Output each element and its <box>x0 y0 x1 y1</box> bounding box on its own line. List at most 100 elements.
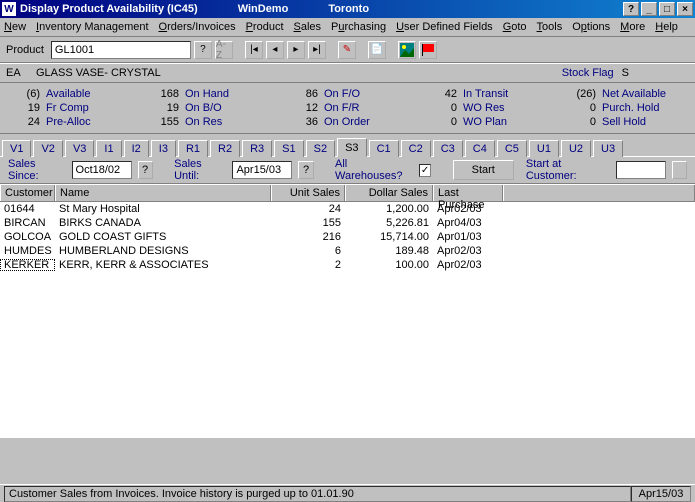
title-location: Toronto <box>328 3 369 15</box>
tab-i1[interactable]: I1 <box>96 140 121 157</box>
stock-item[interactable]: 0WO Res <box>417 101 556 115</box>
tab-i2[interactable]: I2 <box>124 140 149 157</box>
col-spacer <box>503 185 695 201</box>
az-button[interactable]: A-Z <box>215 41 233 59</box>
tab-v3[interactable]: V3 <box>65 140 94 157</box>
stock-item[interactable]: (26)Net Available <box>556 87 695 101</box>
nav-first-icon[interactable]: |◂ <box>245 41 263 59</box>
menu-help[interactable]: Help <box>655 21 678 33</box>
menu-sales[interactable]: Sales <box>294 21 322 33</box>
startcust-lookup[interactable] <box>672 161 687 179</box>
stock-item[interactable]: 19Fr Comp <box>0 101 139 115</box>
tab-r1[interactable]: R1 <box>178 140 208 157</box>
since-lookup[interactable]: ? <box>138 161 153 179</box>
grid-body[interactable]: 01644St Mary Hospital241,200.00Apr02/03B… <box>0 202 695 438</box>
uom-label: EA <box>6 67 36 79</box>
tab-c1[interactable]: C1 <box>369 140 399 157</box>
titlebar: W Display Product Availability (IC45) Wi… <box>0 0 695 18</box>
tab-u1[interactable]: U1 <box>529 140 559 157</box>
tab-i3[interactable]: I3 <box>151 140 176 157</box>
menu-goto[interactable]: Goto <box>503 21 527 33</box>
stock-item[interactable]: 155On Res <box>139 115 278 129</box>
product-input[interactable] <box>51 41 191 59</box>
col-customer[interactable]: Customer <box>0 185 55 201</box>
status-text: Customer Sales from Invoices. Invoice hi… <box>4 486 631 502</box>
menu-product[interactable]: Product <box>246 21 284 33</box>
stock-item[interactable]: 86On F/O <box>278 87 417 101</box>
help-icon[interactable]: ? <box>623 2 639 16</box>
since-input[interactable] <box>72 161 132 179</box>
nav-last-icon[interactable]: ▸| <box>308 41 326 59</box>
menu-more[interactable]: More <box>620 21 645 33</box>
menu-options[interactable]: Options <box>572 21 610 33</box>
tab-s3[interactable]: S3 <box>337 138 366 157</box>
stock-item[interactable]: 0Sell Hold <box>556 115 695 129</box>
stock-summary: (6)Available19Fr Comp24Pre-Alloc168On Ha… <box>0 83 695 134</box>
stock-item[interactable]: 19On B/O <box>139 101 278 115</box>
tab-s1[interactable]: S1 <box>274 140 303 157</box>
status-bar: Customer Sales from Invoices. Invoice hi… <box>0 484 695 502</box>
edit-icon[interactable]: ✎ <box>338 41 356 59</box>
table-row[interactable]: BIRCANBIRKS CANADA1555,226.81Apr04/03 <box>0 216 695 230</box>
stock-item[interactable]: 0WO Plan <box>417 115 556 129</box>
col-unitsales[interactable]: Unit Sales <box>271 185 345 201</box>
tab-r2[interactable]: R2 <box>210 140 240 157</box>
table-row[interactable]: 01644St Mary Hospital241,200.00Apr02/03 <box>0 202 695 216</box>
until-label: Sales Until: <box>174 158 226 182</box>
close-icon[interactable]: × <box>677 2 693 16</box>
col-dollarsales[interactable]: Dollar Sales <box>345 185 433 201</box>
menu-orders[interactable]: Orders/Invoices <box>159 21 236 33</box>
tab-u2[interactable]: U2 <box>561 140 591 157</box>
menu-inventory[interactable]: Inventory Management <box>36 21 149 33</box>
toolbar: Product ? A-Z |◂ ◂ ▸ ▸| ✎ 📄 <box>0 37 695 63</box>
menu-new[interactable]: New <box>4 21 26 33</box>
allwh-checkbox[interactable]: ✓ <box>419 164 431 177</box>
stock-item[interactable]: 0Purch. Hold <box>556 101 695 115</box>
app-icon: W <box>2 2 16 16</box>
tab-v2[interactable]: V2 <box>33 140 62 157</box>
tab-c2[interactable]: C2 <box>401 140 431 157</box>
startcust-input[interactable] <box>616 161 666 179</box>
until-input[interactable] <box>232 161 292 179</box>
minimize-icon[interactable]: _ <box>641 2 657 16</box>
document-icon[interactable]: 📄 <box>368 41 386 59</box>
col-name[interactable]: Name <box>55 185 271 201</box>
status-date: Apr15/03 <box>631 486 691 502</box>
stock-item[interactable]: 12On F/R <box>278 101 417 115</box>
tab-c3[interactable]: C3 <box>433 140 463 157</box>
menubar: New Inventory Management Orders/Invoices… <box>0 18 695 37</box>
picture-icon[interactable] <box>398 41 416 59</box>
product-desc-row: EA GLASS VASE- CRYSTAL Stock Flag S <box>0 63 695 83</box>
menu-tools[interactable]: Tools <box>537 21 563 33</box>
product-lookup-button[interactable]: ? <box>194 41 212 59</box>
menu-udf[interactable]: User Defined Fields <box>396 21 493 33</box>
table-row[interactable]: HUMDESHUMBERLAND DESIGNS6189.48Apr02/03 <box>0 244 695 258</box>
flag-icon[interactable] <box>419 41 437 59</box>
nav-next-icon[interactable]: ▸ <box>287 41 305 59</box>
grid-header: Customer Name Unit Sales Dollar Sales La… <box>0 184 695 202</box>
stock-item[interactable]: (6)Available <box>0 87 139 101</box>
tab-v1[interactable]: V1 <box>2 140 31 157</box>
stock-item[interactable]: 36On Order <box>278 115 417 129</box>
stockflag-label: Stock Flag <box>562 67 614 79</box>
table-row[interactable]: GOLCOAGOLD COAST GIFTS21615,714.00Apr01/… <box>0 230 695 244</box>
tab-bar: V1V2V3I1I2I3R1R2R3S1S2S3C1C2C3C4C5U1U2U3 <box>0 134 695 156</box>
col-lastpurchase[interactable]: Last Purchase <box>433 185 503 201</box>
menu-purchasing[interactable]: Purchasing <box>331 21 386 33</box>
stock-item[interactable]: 24Pre-Alloc <box>0 115 139 129</box>
nav-prev-icon[interactable]: ◂ <box>266 41 284 59</box>
tab-s2[interactable]: S2 <box>306 140 335 157</box>
tab-c5[interactable]: C5 <box>497 140 527 157</box>
stock-item[interactable]: 168On Hand <box>139 87 278 101</box>
tab-c4[interactable]: C4 <box>465 140 495 157</box>
since-label: Sales Since: <box>8 158 66 182</box>
product-label: Product <box>6 44 44 56</box>
tab-u3[interactable]: U3 <box>593 140 623 157</box>
window-title: Display Product Availability (IC45) <box>20 3 198 15</box>
until-lookup[interactable]: ? <box>298 161 313 179</box>
tab-r3[interactable]: R3 <box>242 140 272 157</box>
table-row[interactable]: KERKERKERR, KERR & ASSOCIATES2100.00Apr0… <box>0 258 695 272</box>
start-button[interactable]: Start <box>453 160 514 180</box>
stock-item[interactable]: 42In Transit <box>417 87 556 101</box>
maximize-icon[interactable]: □ <box>659 2 675 16</box>
